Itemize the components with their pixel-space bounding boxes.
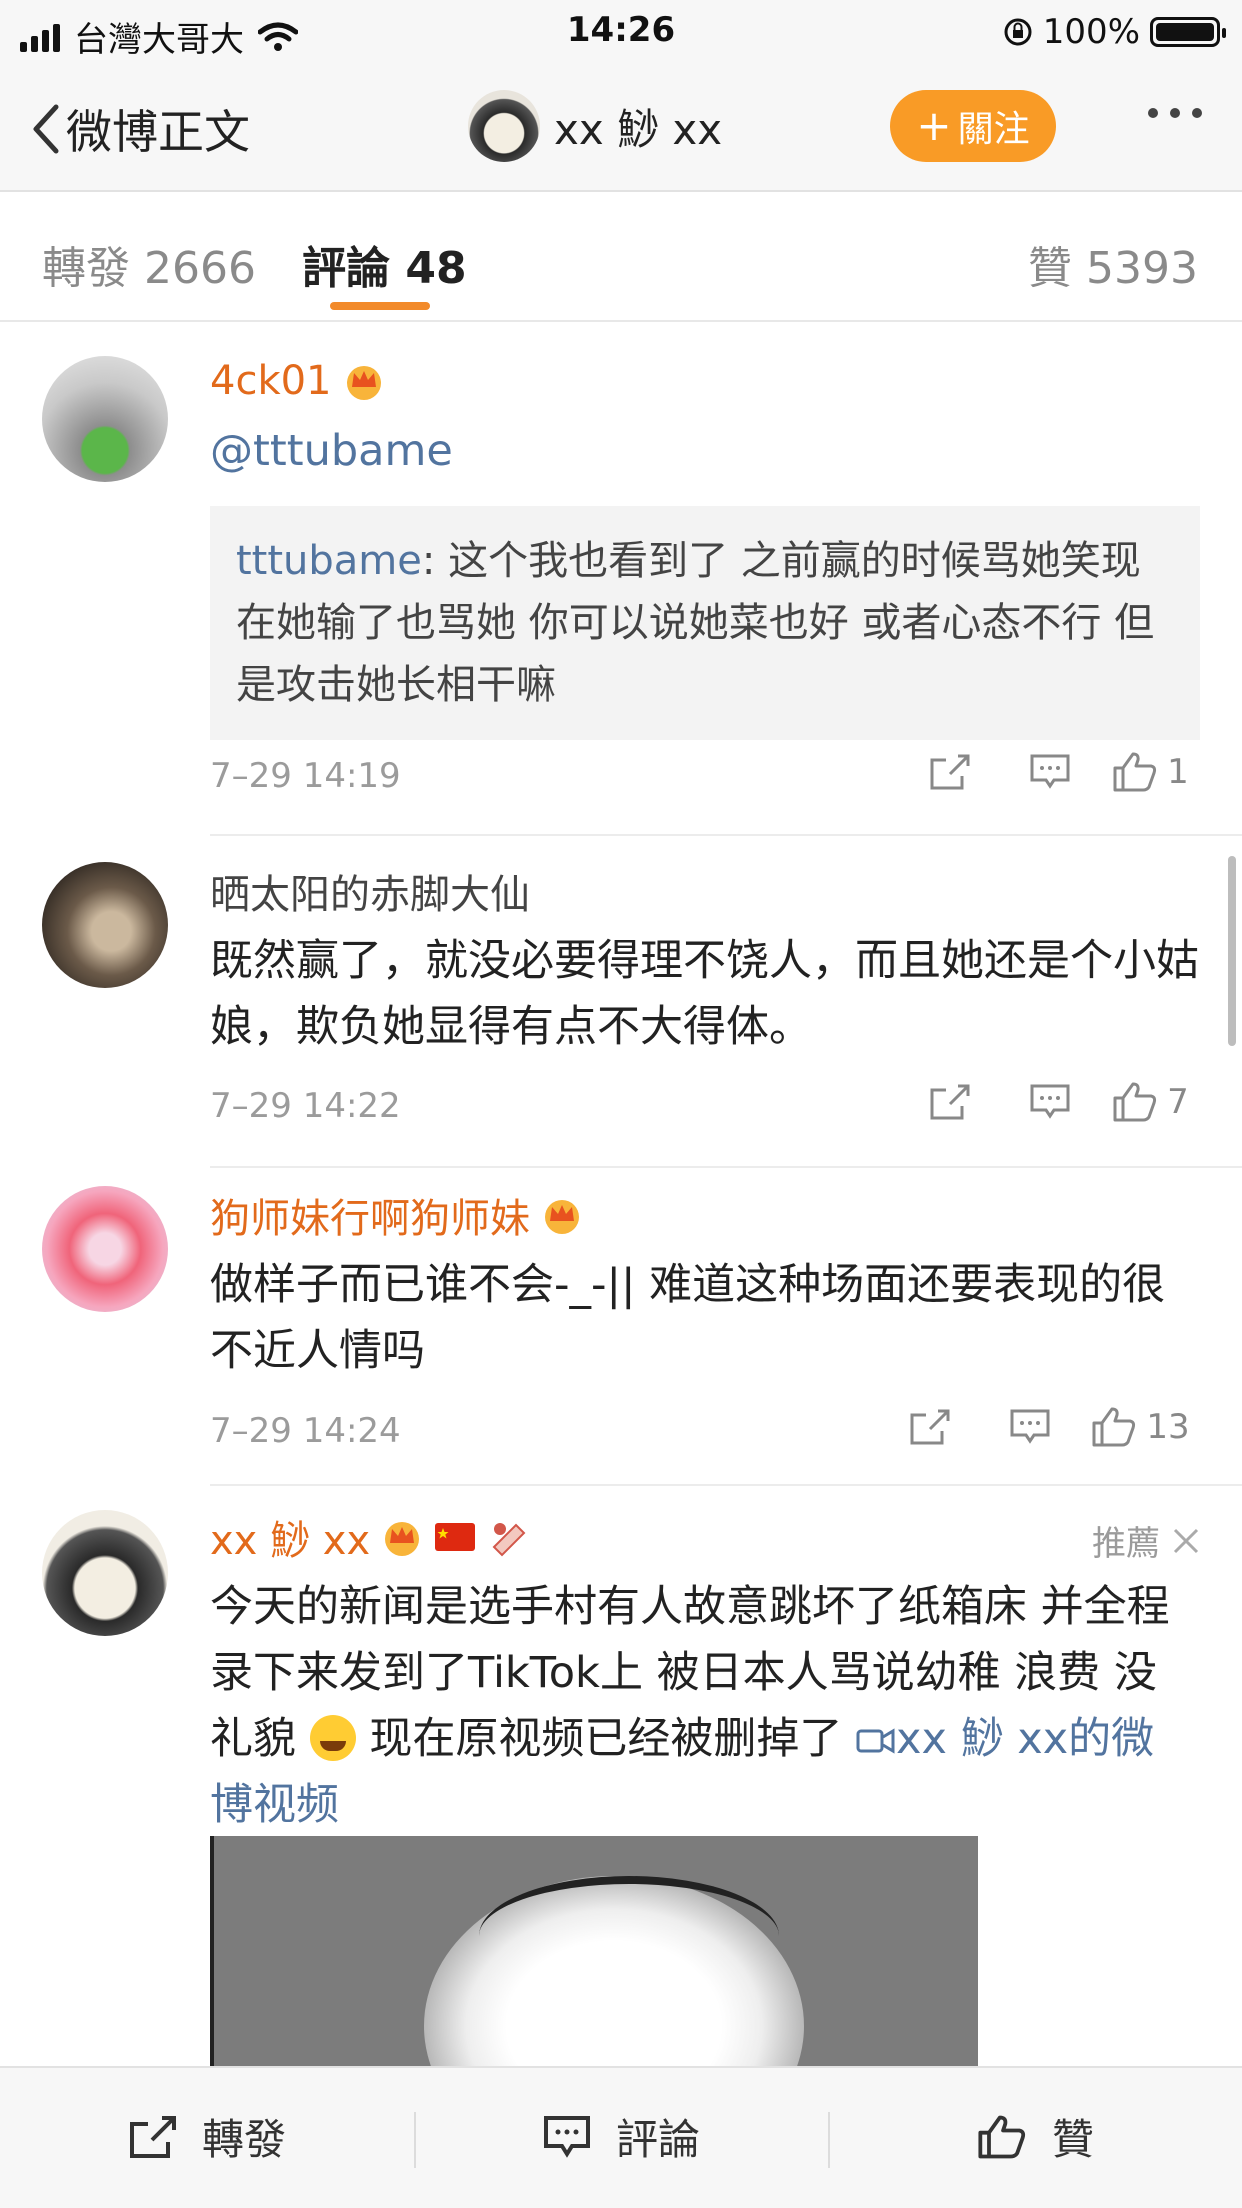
thumbs-up-icon	[1092, 1407, 1136, 1447]
like-label: 贊	[1052, 2115, 1095, 2164]
comment-item: 推薦 xx 鯋 xx 今天的新闻是选手村有人故意跳坏了纸箱床 并全程录下来发到了…	[0, 1486, 1242, 2066]
back-button[interactable]: 微博正文	[30, 96, 250, 162]
commenter-name[interactable]: 晒太阳的赤脚大仙	[210, 862, 1200, 920]
commenter-avatar[interactable]	[42, 1510, 168, 1636]
share-icon	[930, 1084, 970, 1120]
separator	[414, 2112, 416, 2168]
vip-crown-icon	[346, 366, 381, 400]
separator	[828, 2112, 830, 2168]
tab-forward-count: 2666	[144, 243, 256, 294]
nav-bar: 微博正文 xx 鯋 xx + 關注	[0, 62, 1242, 192]
comment-item: 4ck01 @tttubame tttubame: 这个我也看到了 之前赢的时候…	[0, 326, 1242, 836]
reply-button[interactable]	[1000, 1082, 1100, 1122]
commenter-avatar[interactable]	[42, 862, 168, 988]
comment-text: 既然赢了，就没必要得理不饶人，而且她还是个小姑娘，欺负她显得有点不大得体。	[210, 936, 1199, 1052]
vip-crown-icon	[545, 1200, 579, 1234]
tab-active-indicator	[330, 302, 430, 310]
comment-time: 7–29 14:22	[210, 1086, 401, 1126]
share-button[interactable]	[880, 1407, 980, 1447]
commenter-name[interactable]: 狗师妹行啊狗师妹	[210, 1186, 1200, 1244]
comment-icon	[1010, 1409, 1050, 1444]
quoted-user[interactable]: tttubame	[236, 538, 422, 584]
share-icon	[130, 2115, 176, 2158]
share-button[interactable]	[900, 752, 1000, 792]
forward-label: 轉發	[202, 2115, 287, 2164]
bottom-action-bar: 轉發 評論 贊	[0, 2066, 1242, 2208]
battery-percent: 100%	[1042, 12, 1140, 52]
tab-like[interactable]: 贊 5393	[1028, 232, 1198, 296]
chevron-left-icon	[33, 104, 59, 154]
tab-bar: 轉發 2666 評論 48 贊 5393	[0, 192, 1242, 322]
video-icon	[856, 1728, 895, 1754]
more-icon[interactable]	[1148, 108, 1202, 118]
like-action[interactable]: 贊	[976, 2106, 1094, 2167]
comment-time: 7–29 14:19	[210, 756, 401, 796]
reply-button[interactable]	[1000, 752, 1100, 792]
tab-like-count: 5393	[1086, 243, 1198, 294]
author-header[interactable]: xx 鯋 xx	[468, 90, 722, 162]
tab-comment[interactable]: 評論 48	[302, 232, 467, 296]
comment-item: 晒太阳的赤脚大仙 既然赢了，就没必要得理不饶人，而且她还是个小姑娘，欺负她显得有…	[0, 836, 1242, 1168]
forward-action[interactable]: 轉發	[128, 2106, 286, 2167]
thumbs-up-icon	[978, 2115, 1026, 2158]
status-bar: 台灣大哥大 14:26 100%	[0, 0, 1242, 62]
comment-item: 狗师妹行啊狗师妹 做样子而已谁不会-_-|| 难道这种场面还要表现的很不近人情吗…	[0, 1166, 1242, 1486]
plus-icon: +	[916, 101, 952, 150]
commenter-avatar[interactable]	[42, 1186, 168, 1312]
status-right: 100%	[1003, 12, 1226, 52]
comment-text: 做样子而已谁不会-_-|| 难道这种场面还要表现的很不近人情吗	[210, 1260, 1166, 1376]
thumbs-up-icon	[1113, 1082, 1157, 1122]
orientation-lock-icon	[1004, 18, 1032, 46]
comment-icon	[544, 2115, 590, 2158]
laughing-emoji-icon	[309, 1715, 356, 1761]
badge-icon	[492, 1523, 526, 1557]
video-thumbnail[interactable]	[210, 1836, 978, 2066]
quoted-comment[interactable]: tttubame: 这个我也看到了 之前赢的时候骂她笑现在她输了也骂她 你可以说…	[210, 506, 1200, 740]
comment-text-cont: 现在原视频已经被删掉了	[355, 1714, 857, 1764]
battery-icon	[1150, 17, 1226, 47]
reply-button[interactable]	[980, 1407, 1080, 1447]
author-name: xx 鯋 xx	[554, 104, 723, 154]
author-avatar[interactable]	[468, 90, 540, 162]
vip-crown-icon	[385, 1522, 420, 1556]
follow-label: 關注	[957, 109, 1030, 150]
follow-button[interactable]: + 關注	[890, 90, 1056, 162]
back-label: 微博正文	[66, 105, 250, 159]
tab-forward-label: 轉發	[42, 243, 130, 294]
comment-time: 7–29 14:24	[210, 1411, 401, 1451]
share-icon	[910, 1409, 950, 1445]
like-button[interactable]: 13	[1080, 1405, 1200, 1449]
commenter-name[interactable]: 4ck01	[210, 358, 1200, 404]
comment-label: 評論	[616, 2115, 701, 2164]
tab-comment-count: 48	[405, 243, 467, 294]
like-count: 13	[1146, 1407, 1190, 1447]
tab-like-label: 贊	[1028, 243, 1073, 294]
comment-icon	[1030, 1084, 1070, 1119]
comment-action[interactable]: 評論	[542, 2106, 700, 2167]
like-count: 7	[1167, 1082, 1189, 1122]
tab-forward[interactable]: 轉發 2666	[42, 232, 256, 296]
like-button[interactable]: 7	[1100, 1080, 1200, 1124]
commenter-name[interactable]: xx 鯋 xx	[210, 1508, 1182, 1566]
thumbs-up-icon	[1113, 752, 1157, 792]
like-count: 1	[1167, 752, 1189, 792]
tab-comment-label: 評論	[302, 243, 390, 294]
share-icon	[930, 754, 970, 790]
mention-link[interactable]: @tttubame	[210, 426, 453, 476]
commenter-avatar[interactable]	[42, 356, 168, 482]
like-button[interactable]: 1	[1100, 750, 1200, 794]
china-flag-icon	[435, 1523, 476, 1551]
comment-icon	[1030, 754, 1070, 789]
share-button[interactable]	[900, 1082, 1000, 1122]
comment-list: 4ck01 @tttubame tttubame: 这个我也看到了 之前赢的时候…	[0, 326, 1242, 1168]
